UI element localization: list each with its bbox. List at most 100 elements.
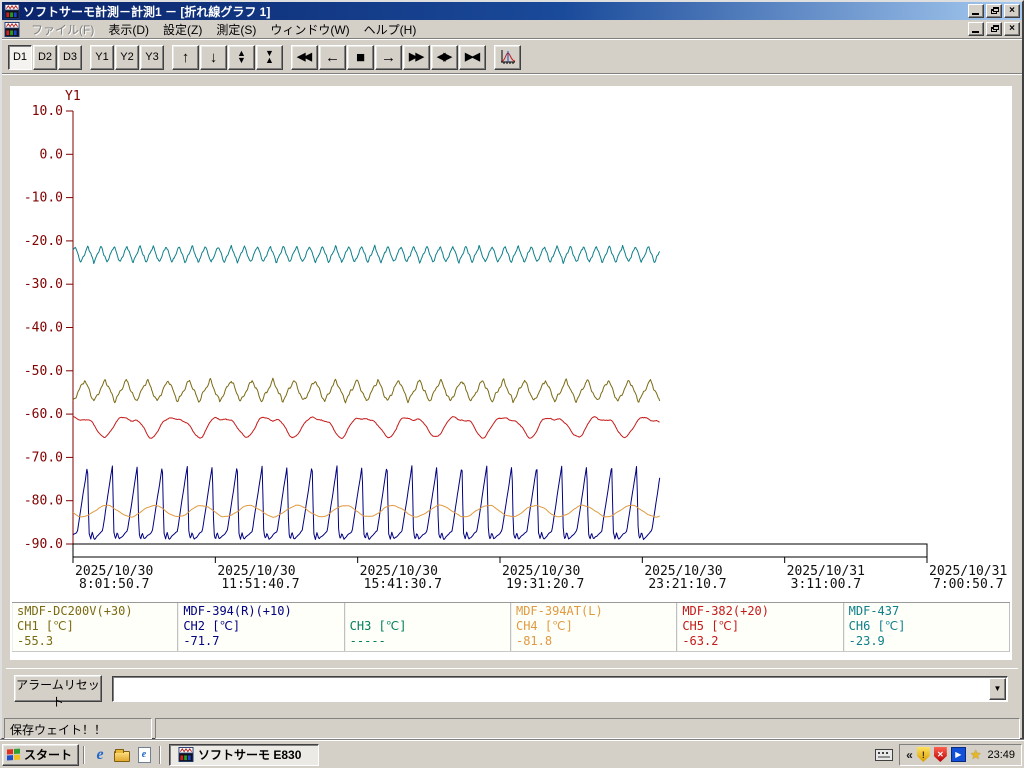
toolbar-button-step-forward[interactable]: → bbox=[375, 45, 402, 70]
channel-id: CH2 [℃] bbox=[183, 619, 339, 634]
channel-current-value: -63.2 bbox=[682, 634, 838, 649]
window-title: ソフトサーモ計測－計測1 － [折れ線グラフ 1] bbox=[23, 3, 968, 20]
start-button[interactable]: スタート bbox=[2, 744, 79, 766]
chevron-down-icon: ▼ bbox=[994, 684, 1002, 693]
toolbar-button-y2[interactable]: Y2 bbox=[115, 45, 139, 70]
media-play-icon[interactable]: ▶ bbox=[951, 747, 966, 762]
toolbar-button-y1[interactable]: Y1 bbox=[90, 45, 114, 70]
child-restore-button[interactable] bbox=[986, 22, 1002, 36]
toolbar-button-compress-vertical[interactable]: ▼▲ bbox=[256, 45, 283, 70]
toolbar-button-scroll-up[interactable]: ↑ bbox=[172, 45, 199, 70]
channel-legend: sMDF-DC200V(+30)CH1 [℃]-55.3MDF-394(R)(+… bbox=[12, 602, 1010, 652]
step-back-icon: ← bbox=[325, 50, 340, 65]
toolbar-button-step-back[interactable]: ← bbox=[319, 45, 346, 70]
rewind-icon: ◀◀ bbox=[297, 52, 310, 63]
system-tray: « ! ✕ ▶ ★ 23:49 bbox=[899, 744, 1022, 766]
y-tick-label: -10.0 bbox=[24, 191, 63, 206]
restore-button[interactable] bbox=[986, 4, 1002, 18]
toolbar-button-d3[interactable]: D3 bbox=[58, 45, 82, 70]
child-close-icon: × bbox=[1009, 24, 1015, 34]
toolbar-gap bbox=[165, 41, 172, 73]
channel-current-value: -55.3 bbox=[17, 634, 173, 649]
scroll-up-icon: ↑ bbox=[182, 50, 190, 65]
status-panel-secondary bbox=[155, 718, 1020, 739]
step-forward-icon: → bbox=[381, 50, 396, 65]
taskbar-clock: 23:49 bbox=[987, 749, 1015, 761]
toolbar-button-fast-forward[interactable]: ▶▶ bbox=[403, 45, 430, 70]
keyboard-icon[interactable] bbox=[875, 749, 893, 761]
toolbar-button-compress-horizontal[interactable]: ▶◀ bbox=[459, 45, 486, 70]
toolbar-button-expand-horizontal[interactable]: ◀▶ bbox=[431, 45, 458, 70]
graph-icon bbox=[499, 48, 517, 66]
alarm-reset-button[interactable]: アラームリセット bbox=[14, 675, 102, 702]
toolbar-button-scroll-down[interactable]: ↓ bbox=[200, 45, 227, 70]
alarm-combobox[interactable]: ▼ bbox=[112, 676, 1008, 702]
app-icon bbox=[178, 747, 194, 762]
menu-item-window[interactable]: ウィンドウ(W) bbox=[263, 19, 356, 40]
legend-cell-ch5[interactable]: MDF-382(+20)CH5 [℃]-63.2 bbox=[677, 603, 843, 651]
y-tick-label: -40.0 bbox=[24, 321, 63, 336]
y-tick-label: 0.0 bbox=[40, 147, 63, 162]
y-tick-label: -50.0 bbox=[24, 364, 63, 379]
status-bar: 保存ウェイト！！ bbox=[4, 716, 1020, 739]
legend-cell-ch6[interactable]: MDF-437CH6 [℃]-23.9 bbox=[844, 603, 1010, 651]
y-tick-label: -30.0 bbox=[24, 277, 63, 292]
folder-icon[interactable] bbox=[112, 745, 132, 765]
toolbar-button-d1[interactable]: D1 bbox=[8, 45, 32, 70]
x-tick-time: 3:11:00.7 bbox=[791, 577, 861, 592]
toolbar-button-graph-settings[interactable] bbox=[494, 45, 521, 70]
child-close-button[interactable]: × bbox=[1004, 22, 1020, 36]
toolbar-button-rewind[interactable]: ◀◀ bbox=[291, 45, 318, 70]
toolbar-button-y3[interactable]: Y3 bbox=[140, 45, 164, 70]
legend-cell-ch1[interactable]: sMDF-DC200V(+30)CH1 [℃]-55.3 bbox=[12, 603, 178, 651]
legend-cell-ch4[interactable]: MDF-394AT(L)CH4 [℃]-81.8 bbox=[511, 603, 677, 651]
channel-name bbox=[350, 604, 506, 619]
channel-current-value: -71.7 bbox=[183, 634, 339, 649]
menu-item-view[interactable]: 表示(D) bbox=[101, 19, 156, 40]
channel-id: CH6 [℃] bbox=[849, 619, 1005, 634]
y-axis-title: Y1 bbox=[65, 89, 81, 104]
minimize-button[interactable] bbox=[968, 4, 984, 18]
internet-explorer-icon[interactable]: e bbox=[90, 745, 110, 765]
toolbar-button-d2[interactable]: D2 bbox=[33, 45, 57, 70]
channel-current-value: -81.8 bbox=[516, 634, 672, 649]
channel-current-value: -23.9 bbox=[849, 634, 1005, 649]
toolbar-button-expand-vertical[interactable]: ▲▼ bbox=[228, 45, 255, 70]
y-tick-label: -70.0 bbox=[24, 450, 63, 465]
channel-name: MDF-437 bbox=[849, 604, 1005, 619]
channel-id: CH4 [℃] bbox=[516, 619, 672, 634]
combobox-dropdown-button[interactable]: ▼ bbox=[989, 678, 1006, 700]
y-tick-label: -60.0 bbox=[24, 407, 63, 422]
child-minimize-button[interactable] bbox=[968, 22, 984, 36]
compress-vertical-icon: ▼▲ bbox=[265, 50, 274, 64]
legend-cell-ch2[interactable]: MDF-394(R)(+10)CH2 [℃]-71.7 bbox=[178, 603, 344, 651]
star-tray-icon[interactable]: ★ bbox=[970, 747, 982, 763]
channel-name: MDF-382(+20) bbox=[682, 604, 838, 619]
scroll-down-icon: ↓ bbox=[210, 50, 218, 65]
expand-horizontal-icon: ◀▶ bbox=[437, 52, 450, 63]
x-tick-time: 8:01:50.7 bbox=[79, 577, 149, 592]
restore-icon bbox=[991, 7, 998, 14]
child-window-icon[interactable] bbox=[4, 22, 20, 37]
line-chart[interactable]: Y110.00.0-10.0-20.0-30.0-40.0-50.0-60.0-… bbox=[10, 86, 1010, 602]
graph-panel: Y110.00.0-10.0-20.0-30.0-40.0-50.0-60.0-… bbox=[10, 86, 1012, 660]
fast-forward-icon: ▶▶ bbox=[409, 52, 422, 63]
expand-vertical-icon: ▲▼ bbox=[237, 50, 246, 64]
toolbar-button-stop[interactable]: ■ bbox=[347, 45, 374, 70]
toolbar: D1D2D3 Y1Y2Y3 ↑ ↓ ▲▼ ▼▲ ◀◀ ← ■ → ▶▶ ◀▶ ▶◀ bbox=[2, 41, 1022, 74]
channel-name: MDF-394(R)(+10) bbox=[183, 604, 339, 619]
app-icon bbox=[4, 4, 20, 19]
legend-cell-ch3[interactable]: CH3 [℃]----- bbox=[345, 603, 511, 651]
x-tick-time: 15:41:30.7 bbox=[364, 577, 442, 592]
menu-item-setting[interactable]: 設定(Z) bbox=[156, 19, 209, 40]
menu-item-measure[interactable]: 測定(S) bbox=[209, 19, 263, 40]
y-tick-label: -80.0 bbox=[24, 494, 63, 509]
close-button[interactable]: × bbox=[1004, 4, 1020, 18]
security-warning-icon[interactable]: ! bbox=[917, 747, 930, 762]
security-alert-icon[interactable]: ✕ bbox=[934, 747, 947, 762]
task-button-softthermo[interactable]: ソフトサーモ E830 bbox=[169, 744, 319, 766]
toolbar-gap bbox=[284, 41, 291, 73]
tray-collapse-icon[interactable]: « bbox=[906, 748, 913, 762]
ie-document-icon[interactable]: e bbox=[134, 745, 154, 765]
menu-item-help[interactable]: ヘルプ(H) bbox=[357, 19, 424, 40]
